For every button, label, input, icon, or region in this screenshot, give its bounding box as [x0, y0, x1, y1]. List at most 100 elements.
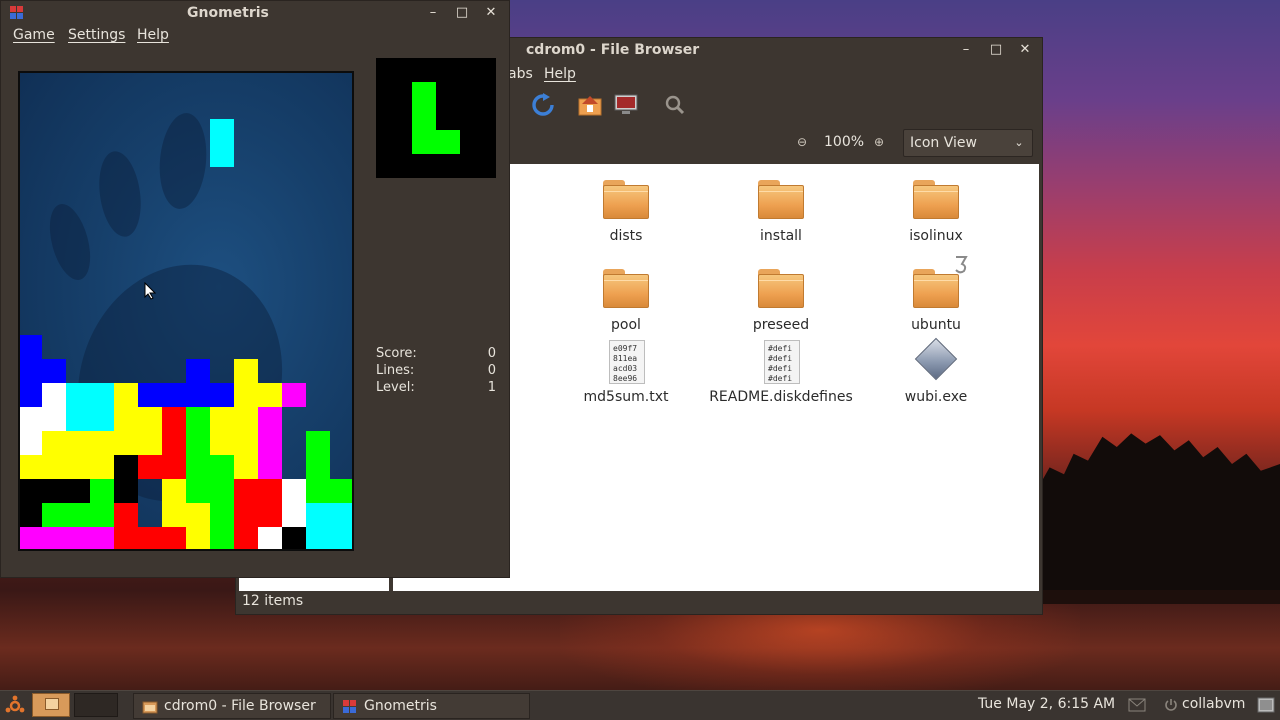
task-file-browser[interactable]: cdrom0 - File Browser [133, 693, 331, 719]
tetris-block [66, 431, 90, 455]
tetris-block [186, 527, 210, 549]
zoom-out-icon[interactable]: ⊖ [794, 134, 810, 150]
tetris-block [186, 479, 210, 503]
menu-settings[interactable]: Settings [68, 27, 125, 43]
zoom-in-icon[interactable]: ⊕ [871, 134, 887, 150]
wallpaper-tree-silhouette [1040, 433, 1280, 600]
tetris-block [162, 407, 186, 431]
tetris-block [234, 503, 258, 527]
tetris-block [186, 503, 210, 527]
reload-icon[interactable] [531, 93, 555, 117]
tetris-block [258, 527, 282, 549]
gnometris-app-icon[interactable] [9, 5, 25, 21]
tetris-block [210, 431, 234, 455]
tetris-block [186, 383, 210, 407]
minimize-icon[interactable]: – [956, 40, 976, 60]
power-icon[interactable] [1164, 698, 1178, 712]
tetris-block [210, 527, 234, 549]
chevron-down-icon: ⌄ [1014, 136, 1024, 149]
tetris-block [114, 455, 138, 479]
main-menu-icon[interactable] [4, 695, 26, 717]
tetris-block [90, 407, 114, 431]
tetris-block [90, 455, 114, 479]
tetris-block [234, 431, 258, 455]
tetris-block [162, 383, 186, 407]
file-item[interactable]: isolinux [861, 180, 1011, 260]
file-item[interactable]: #defi #defi #defi #defi README.diskdefin… [706, 340, 856, 430]
tetris-block [210, 455, 234, 479]
menu-tabs[interactable]: abs [508, 66, 533, 82]
gnome-foot-watermark [94, 148, 146, 240]
file-item[interactable]: wubi.exe [861, 337, 1011, 430]
tetris-block [306, 431, 330, 455]
close-icon[interactable]: ✕ [481, 3, 501, 23]
tetris-block [114, 479, 138, 503]
file-item[interactable]: preseed [706, 269, 856, 349]
tetris-block [20, 455, 42, 479]
tetris-block [330, 503, 352, 527]
game-board[interactable] [18, 71, 354, 551]
file-preview-text: e09f7 811ea acd03 8ee96 [613, 344, 638, 383]
tetris-block [114, 407, 138, 431]
mail-icon[interactable] [1128, 698, 1146, 712]
file-item[interactable]: install [706, 180, 856, 260]
minimize-icon[interactable]: – [423, 3, 443, 23]
tetris-block [42, 359, 66, 383]
tetris-block [330, 527, 352, 549]
maximize-icon[interactable]: □ [986, 40, 1006, 60]
tetris-block [138, 431, 162, 455]
tetris-block [186, 359, 210, 383]
tetris-block [20, 335, 42, 359]
menu-help[interactable]: Help [544, 66, 576, 82]
menu-help[interactable]: Help [137, 27, 169, 43]
tetris-block [138, 383, 162, 407]
gnometris-menubar: Game Settings Help [1, 25, 509, 47]
tetris-block [234, 407, 258, 431]
file-label: dists [609, 228, 643, 244]
clock[interactable]: Tue May 2, 6:15 AM [978, 696, 1115, 712]
task-label: cdrom0 - File Browser [164, 698, 316, 714]
tetris-block [210, 383, 234, 407]
executable-icon [914, 337, 958, 381]
file-item[interactable]: e09f7 811ea acd03 8ee96 md5sum.txt [551, 340, 701, 430]
tetris-block [210, 479, 234, 503]
tetris-block [90, 503, 114, 527]
tetris-block [210, 407, 234, 431]
computer-icon[interactable] [614, 93, 638, 117]
show-desktop-button[interactable] [32, 693, 70, 717]
close-icon[interactable]: ✕ [1015, 40, 1035, 60]
tetris-block [186, 455, 210, 479]
tetris-block [258, 455, 282, 479]
tetris-block [186, 431, 210, 455]
file-item[interactable]: dists [551, 180, 701, 260]
user-name[interactable]: collabvm [1182, 696, 1245, 712]
file-item[interactable]: pool [551, 269, 701, 349]
folder-icon [758, 180, 804, 220]
menu-game[interactable]: Game [13, 27, 55, 43]
trash-icon[interactable] [1256, 696, 1276, 714]
task-gnometris[interactable]: Gnometris [333, 693, 530, 719]
view-mode-select[interactable]: Icon View ⌄ [903, 129, 1033, 157]
home-folder-icon[interactable] [578, 93, 602, 117]
gnome-foot-watermark [155, 111, 211, 211]
tetris-block [138, 527, 162, 549]
tetris-block [42, 383, 66, 407]
tetris-block [306, 479, 330, 503]
tetris-block [186, 407, 210, 431]
maximize-icon[interactable]: □ [452, 3, 472, 23]
tetris-block [282, 479, 306, 503]
tetris-block [258, 431, 282, 455]
tetris-block [90, 431, 114, 455]
tetris-block [114, 383, 138, 407]
workspace-switcher[interactable] [74, 693, 118, 717]
file-preview-text: #defi #defi #defi #defi [768, 344, 793, 383]
mouse-pointer-icon [144, 282, 156, 300]
file-label: md5sum.txt [583, 389, 669, 405]
tetris-block [258, 503, 282, 527]
search-icon[interactable] [663, 93, 687, 117]
gnometris-window[interactable]: Gnometris – □ ✕ Game Settings Help Score… [0, 0, 510, 578]
gnometris-title: Gnometris [187, 5, 269, 21]
tetris-block [162, 455, 186, 479]
tetris-block [162, 479, 186, 503]
tetris-block [306, 455, 330, 479]
